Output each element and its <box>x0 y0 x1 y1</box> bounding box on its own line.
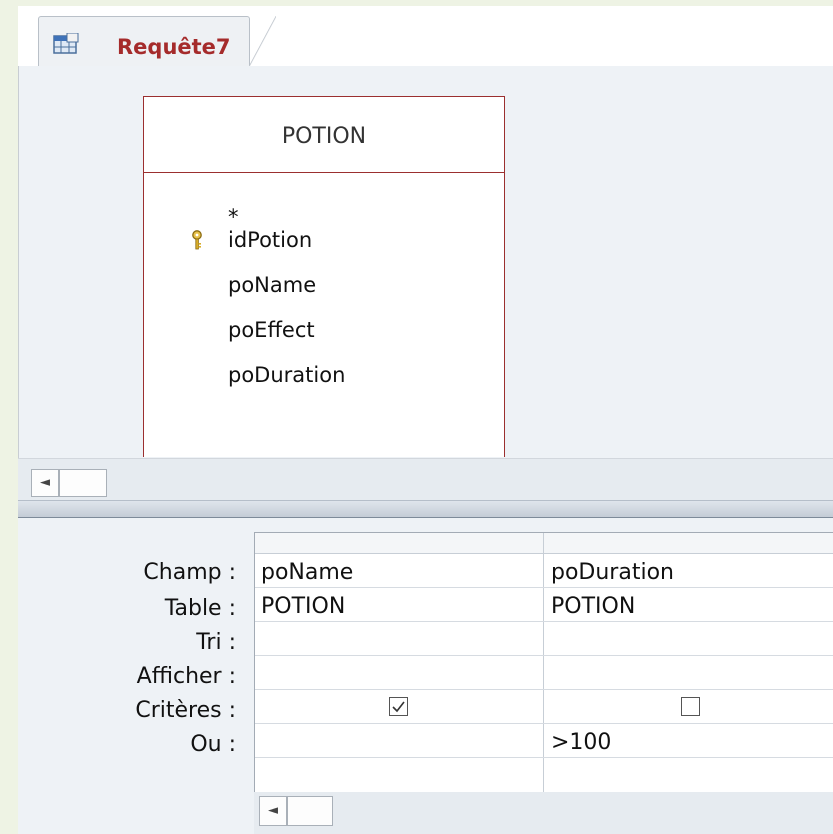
query-design-grid-pane: Champ : Table : Tri : Afficher : Critère… <box>18 518 833 834</box>
scroll-left-arrow-icon[interactable]: ◄ <box>31 469 59 497</box>
scrollbar-thumb[interactable] <box>59 469 107 497</box>
field-idpotion[interactable]: idPotion <box>228 228 312 252</box>
row-label-criteres: Critères : <box>135 698 236 723</box>
field-poname[interactable]: poName <box>228 273 316 297</box>
row-divider <box>255 723 833 724</box>
tab-requete7[interactable]: Requête7 <box>38 16 250 73</box>
row-label-champ: Champ : <box>143 560 236 585</box>
show-checkbox-col1[interactable] <box>389 697 408 716</box>
field-poeffect[interactable]: poEffect <box>228 318 315 342</box>
row-divider <box>255 621 833 622</box>
row-label-afficher: Afficher : <box>136 664 236 689</box>
scrollbar-thumb[interactable] <box>287 796 333 826</box>
row-divider <box>255 655 833 656</box>
document-tab-strip: Requête7 <box>18 6 833 73</box>
row-label-tri: Tri : <box>196 630 236 655</box>
diagram-horizontal-scrollbar[interactable]: ◄ <box>18 458 833 501</box>
scroll-left-arrow-icon[interactable]: ◄ <box>259 796 287 826</box>
check-icon <box>392 701 405 713</box>
design-grid: poName POTION poDuration POTION >100 <box>254 532 833 793</box>
cell-criteres-col2[interactable]: >100 <box>551 730 611 755</box>
column-divider[interactable] <box>543 533 544 793</box>
table-diagram-pane: POTION * idPotion poName poEffect poDura… <box>18 66 833 458</box>
row-label-ou: Ou : <box>190 732 236 757</box>
tab-title: Requête7 <box>117 35 231 59</box>
cell-table-col1[interactable]: POTION <box>261 594 345 619</box>
grid-horizontal-scrollbar[interactable]: ◄ <box>254 792 833 834</box>
primary-key-icon <box>192 230 202 250</box>
cell-champ-col2[interactable]: poDuration <box>551 560 674 585</box>
field-all[interactable]: * <box>228 205 239 229</box>
field-list-potion[interactable]: POTION * idPotion poName poEffect poDura… <box>143 96 505 457</box>
field-poduration[interactable]: poDuration <box>228 363 345 387</box>
row-label-table: Table : <box>164 596 236 621</box>
row-divider <box>255 689 833 690</box>
query-icon <box>53 33 79 54</box>
field-list-title[interactable]: POTION <box>144 97 504 173</box>
pane-splitter[interactable] <box>18 500 833 519</box>
row-divider <box>255 757 833 758</box>
row-divider <box>255 587 833 588</box>
cell-champ-col1[interactable]: poName <box>261 560 353 585</box>
cell-table-col2[interactable]: POTION <box>551 594 635 619</box>
tab-edge <box>246 16 276 72</box>
column-selector-row[interactable] <box>255 533 833 554</box>
show-checkbox-col2[interactable] <box>681 697 700 716</box>
